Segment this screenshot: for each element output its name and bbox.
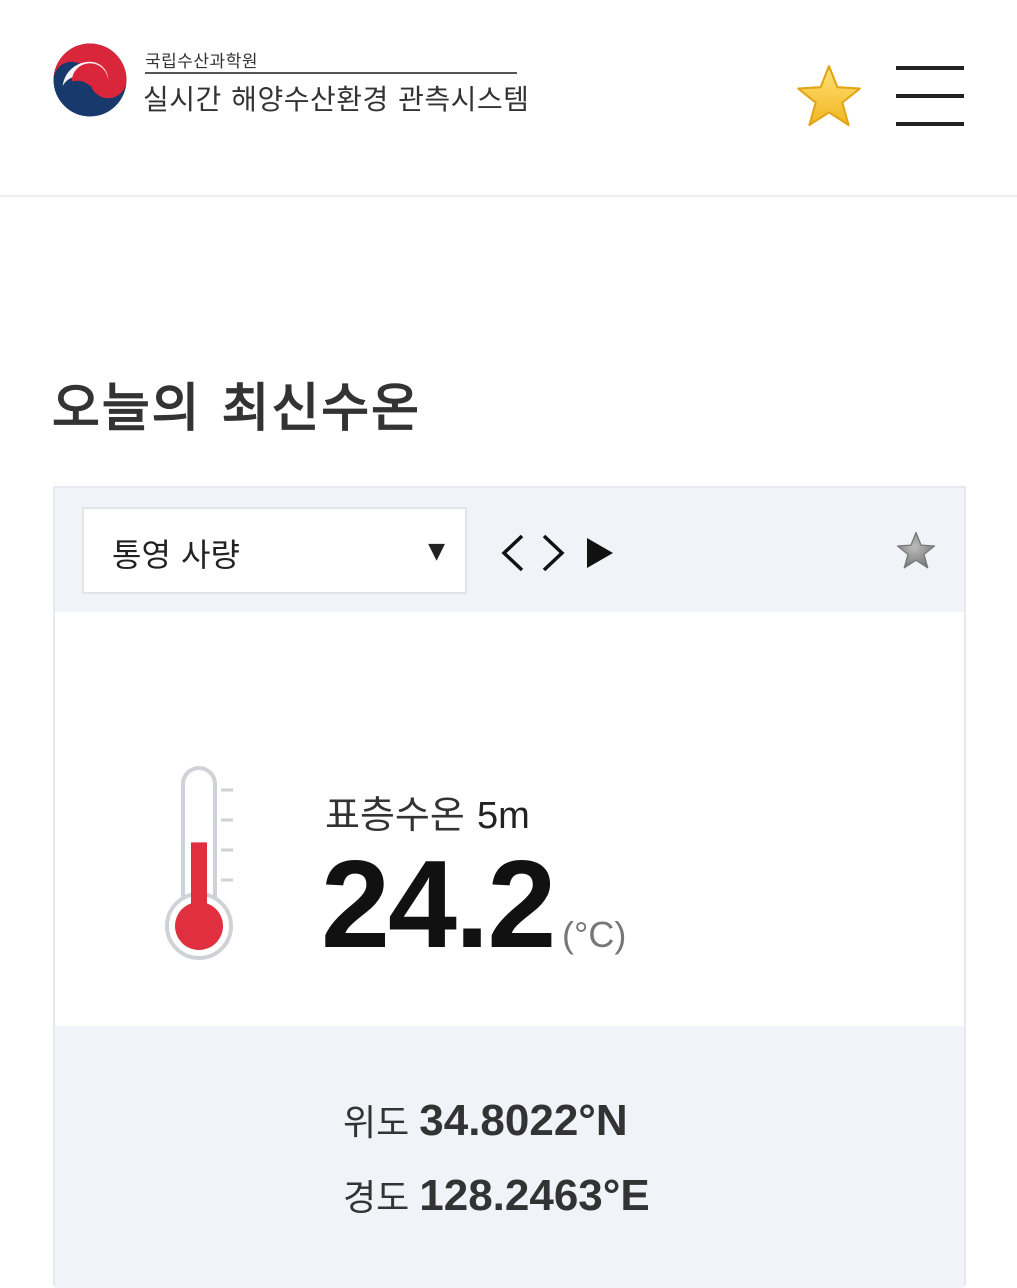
play-icon[interactable] [583, 528, 617, 578]
station-select-value: 통영 사량 [112, 536, 240, 574]
hamburger-menu-button[interactable] [896, 66, 964, 128]
temperature-card: 통영 사량 ▼ 표층수온 5m 24.2 (°C) 위도 34.8022°N 경… [53, 486, 966, 1288]
station-select[interactable]: 통영 사량 ▼ [82, 507, 467, 594]
system-title[interactable]: 실시간 해양수산환경 관측시스템 [143, 78, 529, 118]
government-logo-icon[interactable] [52, 42, 128, 118]
favorite-star-icon[interactable] [794, 62, 864, 132]
menu-line-icon [896, 94, 964, 98]
chevron-left-icon[interactable] [498, 528, 528, 578]
card-toolbar: 통영 사량 ▼ [55, 488, 964, 612]
thermometer-icon [165, 766, 233, 960]
reading-type: 표층수온 [325, 793, 465, 837]
chevron-right-icon[interactable] [538, 528, 568, 578]
reading-depth: 5m [476, 795, 530, 837]
temperature-value: 24.2 [321, 836, 556, 974]
temperature-unit: (°C) [562, 914, 627, 955]
reading-panel: 표층수온 5m 24.2 (°C) [55, 612, 964, 1026]
latitude-value: 34.8022°N [419, 1096, 628, 1145]
latitude-row: 위도 34.8022°N [343, 1094, 628, 1146]
longitude-label: 경도 [343, 1178, 410, 1219]
latitude-label: 위도 [343, 1103, 410, 1144]
header-divider [145, 72, 517, 74]
app-header: 국립수산과학원 실시간 해양수산환경 관측시스템 [0, 0, 1017, 197]
org-name: 국립수산과학원 [145, 52, 258, 72]
longitude-value: 128.2463°E [419, 1171, 650, 1220]
longitude-row: 경도 128.2463°E [343, 1169, 650, 1221]
reading-label: 표층수온 5m [325, 784, 530, 839]
menu-line-icon [896, 66, 964, 70]
star-icon[interactable] [895, 530, 937, 572]
dropdown-arrow-icon: ▼ [428, 539, 445, 564]
menu-line-icon [896, 122, 964, 126]
page-title: 오늘의 최신수온 [52, 379, 421, 439]
location-panel: 위도 34.8022°N 경도 128.2463°E [55, 1026, 964, 1288]
